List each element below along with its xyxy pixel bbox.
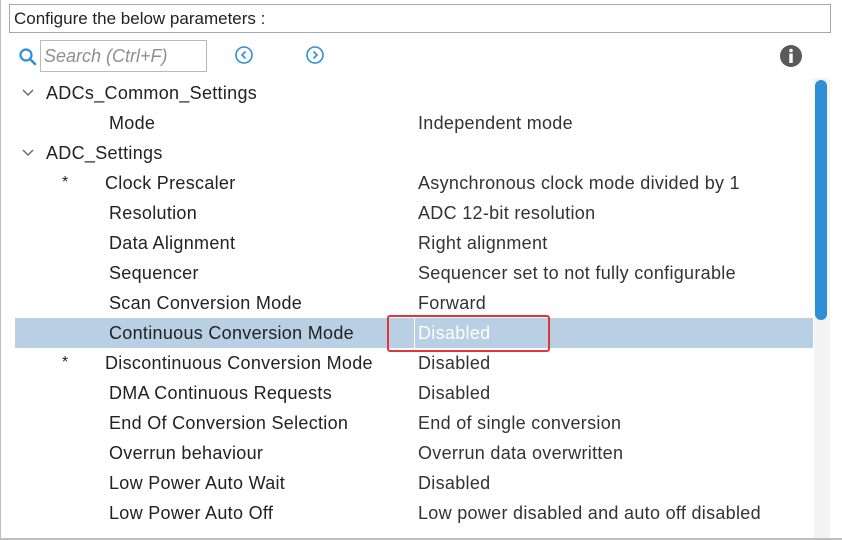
chevron-down-icon[interactable] [21,148,35,158]
param-name: Resolution [109,203,198,223]
search-icon[interactable] [18,47,38,67]
param-value[interactable]: ADC 12-bit resolution [418,198,595,228]
chevron-down-icon[interactable] [21,88,35,98]
tree-row-sequencer[interactable]: Sequencer Sequencer set to not fully con… [15,258,813,288]
tree-row-clock-prescaler[interactable]: * Clock Prescaler Asynchronous clock mod… [15,168,813,198]
param-name: Sequencer [109,263,199,283]
param-value[interactable]: Disabled [418,318,490,348]
configuration-panel: Configure the below parameters : ADCs_ [0,0,842,540]
param-name: Data Alignment [109,233,236,253]
tree-row-discontinuous-conversion-mode[interactable]: * Discontinuous Conversion Mode Disabled [15,348,813,378]
param-value[interactable]: Sequencer set to not fully configurable [418,258,736,288]
tree-row-continuous-conversion-mode[interactable]: Continuous Conversion Mode Disabled [15,318,813,348]
tree-row-dma-continuous-requests[interactable]: DMA Continuous Requests Disabled [15,378,813,408]
info-icon[interactable] [779,44,803,68]
param-value[interactable]: Disabled [418,468,490,498]
tree-row-data-alignment[interactable]: Data Alignment Right alignment [15,228,813,258]
previous-icon[interactable] [234,45,254,65]
param-name: Low Power Auto Off [109,503,274,523]
group-label: ADCs_Common_Settings [46,83,258,103]
param-name: DMA Continuous Requests [109,383,333,403]
param-name: Low Power Auto Wait [109,473,286,493]
tree-row-low-power-auto-wait[interactable]: Low Power Auto Wait Disabled [15,468,813,498]
param-value[interactable]: Forward [418,288,486,318]
param-value[interactable]: Low power disabled and auto off disabled [418,498,761,528]
search-input[interactable] [40,40,207,72]
panel-title: Configure the below parameters : [14,9,266,28]
param-name: Mode [109,113,156,133]
next-icon[interactable] [305,45,325,65]
param-name: Continuous Conversion Mode [109,323,354,343]
param-value[interactable]: Independent mode [418,108,573,138]
param-value[interactable]: Disabled [418,378,490,408]
value-divider [414,318,415,348]
group-adc-settings[interactable]: ADC_Settings [15,138,813,168]
tree-row-end-of-conversion-selection[interactable]: End Of Conversion Selection End of singl… [15,408,813,438]
param-value[interactable]: Right alignment [418,228,548,258]
param-value[interactable]: Asynchronous clock mode divided by 1 [418,168,740,198]
param-value[interactable]: Overrun data overwritten [418,438,623,468]
tree-row-overrun-behaviour[interactable]: Overrun behaviour Overrun data overwritt… [15,438,813,468]
tree-row-mode[interactable]: Mode Independent mode [15,108,813,138]
toolbar [1,38,842,74]
tree-row-resolution[interactable]: Resolution ADC 12-bit resolution [15,198,813,228]
scrollbar-thumb[interactable] [815,80,827,320]
group-adcs-common-settings[interactable]: ADCs_Common_Settings [15,78,813,108]
tree-row-scan-conversion-mode[interactable]: Scan Conversion Mode Forward [15,288,813,318]
modified-marker: * [62,174,69,191]
param-value[interactable]: Disabled [418,348,490,378]
param-value[interactable]: End of single conversion [418,408,621,438]
param-name: Clock Prescaler [105,173,236,193]
modified-marker: * [62,354,69,371]
panel-header: Configure the below parameters : [9,4,831,33]
param-name: End Of Conversion Selection [109,413,349,433]
param-name: Discontinuous Conversion Mode [105,353,373,373]
param-name: Overrun behaviour [109,443,264,463]
param-name: Scan Conversion Mode [109,293,303,313]
tree-row-low-power-auto-off[interactable]: Low Power Auto Off Low power disabled an… [15,498,813,528]
group-label: ADC_Settings [46,143,163,163]
parameter-tree: ADCs_Common_Settings Mode Independent mo… [1,78,813,538]
